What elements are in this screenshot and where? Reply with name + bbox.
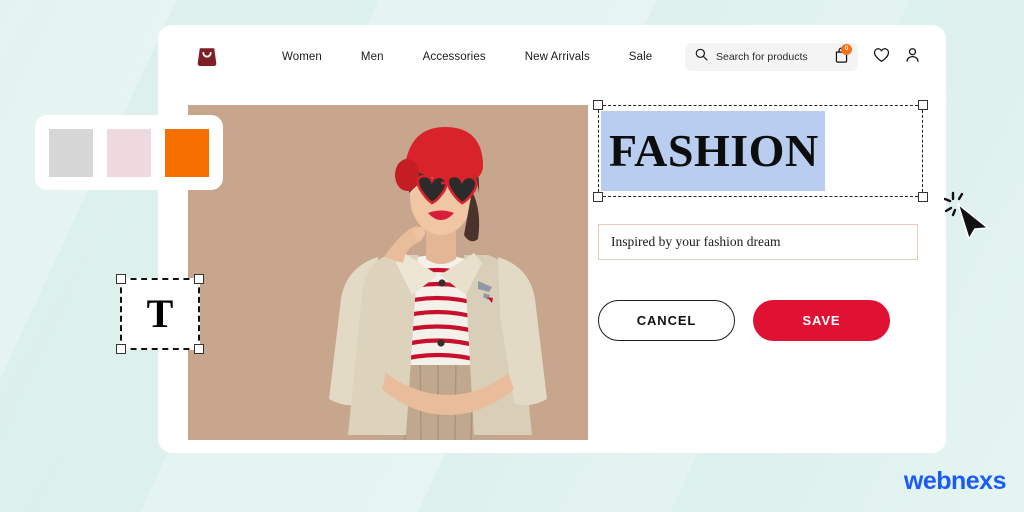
text-tool-handle-bottom-right[interactable] [194,344,204,354]
logo-shopping-bag-icon[interactable] [192,40,222,75]
site-navbar: Women Men Accessories New Arrivals Sale [158,25,946,89]
text-editor-panel: FASHION CANCEL SAVE [593,100,928,341]
resize-handle-top-left[interactable] [593,100,603,110]
nav-item-women[interactable]: Women [282,51,322,63]
text-tool[interactable]: T [116,274,204,354]
text-tool-handle-bottom-left[interactable] [116,344,126,354]
swatch-light-gray[interactable] [49,128,93,177]
resize-handle-bottom-right[interactable] [918,192,928,202]
nav-item-new-arrivals[interactable]: New Arrivals [525,51,590,63]
title-highlight: FASHION [601,111,825,191]
search-icon [695,48,708,66]
cart-badge: 0 [841,43,852,55]
swatch-blush-pink[interactable] [107,128,151,177]
click-cursor-icon [943,190,998,245]
swatch-orange[interactable] [165,128,209,177]
resize-handle-bottom-left[interactable] [593,192,603,202]
webnexs-logo: webnexs [903,467,1007,495]
navbar-actions: 0 [685,43,920,71]
search-input[interactable] [716,51,824,63]
color-swatch-panel [35,115,223,190]
cancel-button[interactable]: CANCEL [598,300,735,341]
subtitle-input[interactable] [611,234,917,250]
account-user-icon[interactable] [905,47,920,68]
nav-links: Women Men Accessories New Arrivals Sale [282,51,652,63]
text-tool-glyph: T [146,291,174,336]
wishlist-heart-icon[interactable] [873,47,890,68]
text-tool-handle-top-left[interactable] [116,274,126,284]
cart-bag-icon[interactable]: 0 [834,43,852,68]
save-button[interactable]: SAVE [753,300,890,341]
app-card: Women Men Accessories New Arrivals Sale [158,25,946,453]
resize-handle-top-right[interactable] [918,100,928,110]
hero-title-text[interactable]: FASHION [609,128,819,174]
text-tool-handle-top-right[interactable] [194,274,204,284]
title-selection-box[interactable]: FASHION [593,100,928,202]
search-box[interactable]: 0 [685,43,858,71]
nav-item-men[interactable]: Men [361,51,384,63]
subtitle-input-field[interactable] [598,224,918,260]
editor-button-row: CANCEL SAVE [598,300,928,341]
nav-item-sale[interactable]: Sale [629,51,652,63]
hero-photo[interactable] [188,105,588,440]
nav-item-accessories[interactable]: Accessories [423,51,486,63]
